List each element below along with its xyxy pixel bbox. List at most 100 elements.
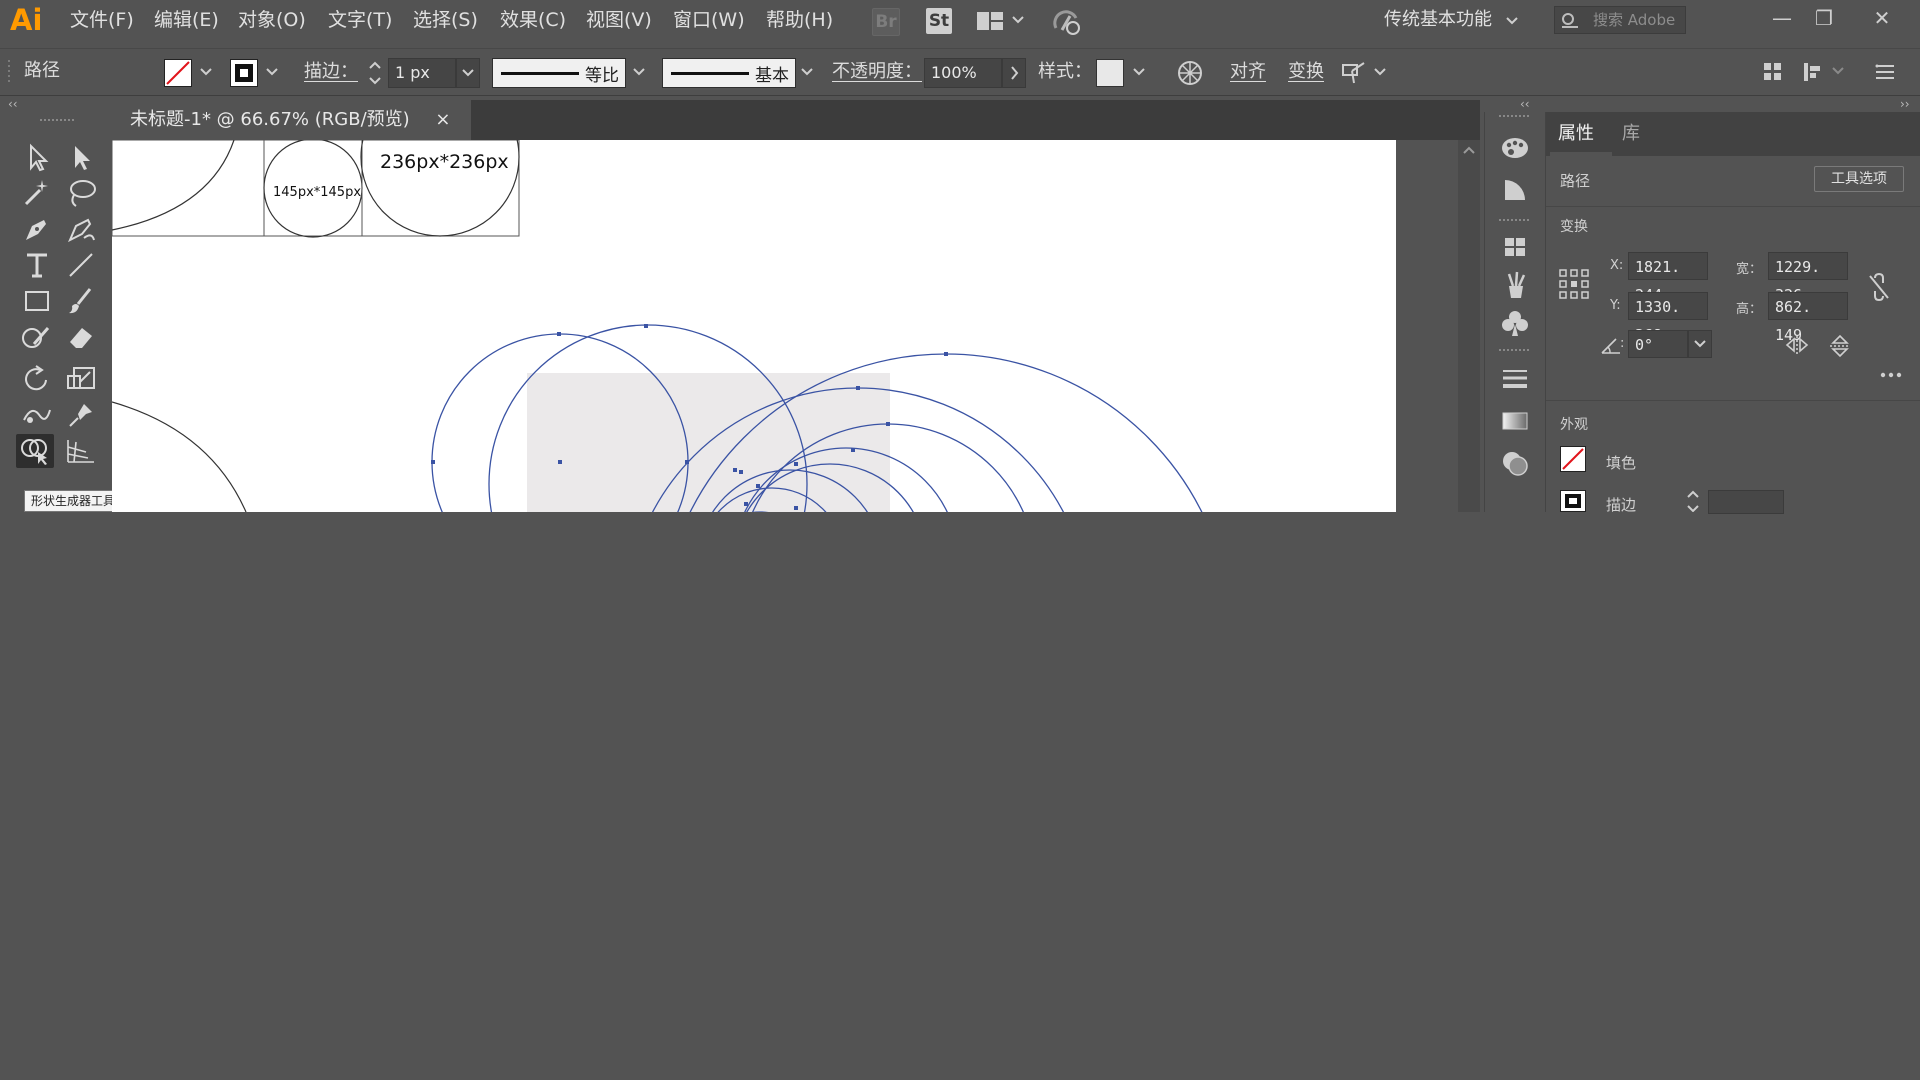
menu-edit[interactable]: 编辑(E)	[154, 8, 219, 32]
stroke-swatch[interactable]	[230, 59, 258, 87]
collapse-strip-icon[interactable]: ‹‹	[1520, 98, 1536, 110]
arrange-documents-icon[interactable]	[976, 10, 1004, 32]
minimize-icon[interactable]: —	[1762, 2, 1802, 34]
restore-icon[interactable]: ❐	[1804, 2, 1844, 34]
style-dropdown-icon[interactable]	[1128, 57, 1150, 87]
opacity-label[interactable]: 不透明度：	[832, 60, 922, 84]
angle-dropdown[interactable]	[1688, 330, 1712, 358]
tab-properties[interactable]: 属性	[1558, 112, 1594, 156]
artboard-canvas[interactable]: 145px*145px 236px*236px	[112, 140, 1396, 512]
color-palette-icon[interactable]	[1499, 134, 1531, 162]
chevron-down-icon[interactable]	[1010, 12, 1026, 28]
stroke-weight-dropdown[interactable]	[456, 58, 480, 88]
transparency-panel-icon[interactable]	[1499, 448, 1531, 478]
more-options-icon[interactable]	[1878, 366, 1904, 378]
fill-swatch[interactable]	[164, 59, 192, 87]
menu-window[interactable]: 窗口(W)	[673, 8, 745, 32]
perspective-grid-tool-icon[interactable]	[62, 434, 100, 468]
collapse-toolbar-icon[interactable]: ‹‹	[8, 98, 24, 110]
stroke-weight-stepper[interactable]	[366, 57, 384, 89]
tab-library[interactable]: 库	[1622, 112, 1640, 156]
pen-tool-icon[interactable]	[18, 212, 56, 246]
opacity-input[interactable]: 100%	[924, 58, 1002, 88]
arrange-icon[interactable]	[1762, 61, 1784, 83]
height-field[interactable]: 862. 149	[1768, 292, 1848, 344]
document-tab[interactable]: 未标题-1* @ 66.67% (RGB/预览) ×	[110, 100, 471, 140]
menu-effect[interactable]: 效果(C)	[500, 8, 566, 32]
distribute-chevron-icon[interactable]	[1830, 63, 1846, 79]
stroke-weight-input[interactable]: 1 px	[388, 58, 456, 88]
menu-file[interactable]: 文件(F)	[70, 8, 134, 32]
direct-selection-tool-icon[interactable]	[62, 140, 100, 174]
paintbrush-tool-icon[interactable]	[62, 284, 100, 318]
isolate-dropdown-icon[interactable]	[1370, 57, 1390, 87]
tool-options-button[interactable]: 工具选项	[1814, 166, 1904, 192]
strip-grip[interactable]	[1499, 114, 1531, 118]
rotate-tool-icon[interactable]	[18, 362, 56, 396]
menu-select[interactable]: 选择(S)	[413, 8, 478, 32]
symbols-icon[interactable]	[1499, 308, 1531, 338]
menu-type[interactable]: 文字(T)	[328, 8, 392, 32]
appearance-fill-swatch[interactable]	[1560, 446, 1586, 472]
x-field[interactable]: 1821. 244	[1628, 252, 1708, 304]
brush-dropdown-icon[interactable]	[796, 57, 818, 87]
search-box[interactable]: 搜索 Adobe	[1554, 6, 1686, 34]
pin-tool-icon[interactable]	[62, 398, 100, 432]
graphic-style-swatch[interactable]	[1096, 59, 1124, 87]
bridge-button[interactable]: Br	[872, 8, 900, 36]
collapse-props-icon[interactable]: ››	[1900, 98, 1916, 110]
swatches-icon[interactable]	[1499, 234, 1531, 260]
magic-wand-tool-icon[interactable]	[18, 176, 56, 210]
shaper-tool-icon[interactable]	[18, 320, 56, 354]
width-field[interactable]: 1229. 326	[1768, 252, 1848, 304]
angle-field[interactable]: 0°	[1628, 330, 1688, 358]
toolbar-grip[interactable]	[40, 118, 76, 122]
scale-tool-icon[interactable]	[62, 362, 100, 396]
close-window-icon[interactable]: ✕	[1862, 2, 1902, 34]
menu-object[interactable]: 对象(O)	[238, 8, 306, 32]
color-guide-icon[interactable]	[1499, 176, 1531, 204]
stroke-dropdown-icon[interactable]	[262, 57, 282, 87]
appearance-stroke-swatch[interactable]	[1560, 490, 1586, 512]
stock-button[interactable]: St	[926, 8, 952, 34]
transform-link[interactable]: 变换	[1288, 60, 1324, 84]
profile-dropdown-icon[interactable]	[628, 57, 650, 87]
stroke-label[interactable]: 描边：	[304, 60, 358, 84]
stroke-panel-icon[interactable]	[1499, 366, 1531, 392]
strip-grip-3[interactable]	[1499, 348, 1531, 352]
isolate-object-icon[interactable]	[1340, 59, 1368, 87]
workspace-switcher[interactable]: 传统基本功能	[1384, 8, 1492, 32]
recolor-artwork-icon[interactable]	[1176, 59, 1204, 87]
reference-point-icon[interactable]	[1558, 268, 1590, 300]
selection-tool-icon[interactable]	[18, 140, 56, 174]
variable-width-profile[interactable]: 等比	[492, 58, 626, 88]
align-link[interactable]: 对齐	[1230, 60, 1266, 84]
flip-vertical-icon[interactable]	[1828, 334, 1852, 358]
puppet-warp-tool-icon[interactable]	[18, 398, 56, 432]
gpu-performance-icon[interactable]	[1052, 8, 1082, 36]
panel-menu-icon[interactable]	[1874, 61, 1896, 83]
type-tool-icon[interactable]	[18, 248, 56, 282]
opacity-expand[interactable]	[1002, 58, 1026, 88]
menu-view[interactable]: 视图(V)	[586, 8, 652, 32]
constrain-proportions-icon[interactable]	[1866, 272, 1892, 302]
distribute-icon[interactable]	[1802, 61, 1828, 83]
close-tab-icon[interactable]: ×	[435, 109, 450, 130]
grip-icon[interactable]	[6, 57, 12, 85]
rectangle-tool-icon[interactable]	[18, 284, 56, 318]
shape-builder-tool-icon[interactable]	[16, 434, 54, 468]
gradient-panel-icon[interactable]	[1499, 408, 1531, 434]
y-field[interactable]: 1330. 368	[1628, 292, 1708, 344]
curvature-tool-icon[interactable]	[62, 212, 100, 246]
lasso-tool-icon[interactable]	[62, 176, 100, 210]
fill-dropdown-icon[interactable]	[196, 57, 216, 87]
vertical-scrollbar[interactable]	[1458, 140, 1480, 512]
line-segment-tool-icon[interactable]	[62, 248, 100, 282]
scroll-up-icon[interactable]	[1461, 144, 1477, 156]
strip-grip-2[interactable]	[1499, 218, 1531, 222]
brushes-icon[interactable]	[1499, 270, 1531, 300]
stroke-weight-stepper-panel[interactable]	[1684, 488, 1702, 513]
stroke-weight-field-panel[interactable]	[1708, 490, 1784, 514]
workspace-chevron-icon[interactable]	[1504, 13, 1520, 29]
flip-horizontal-icon[interactable]	[1784, 334, 1810, 356]
